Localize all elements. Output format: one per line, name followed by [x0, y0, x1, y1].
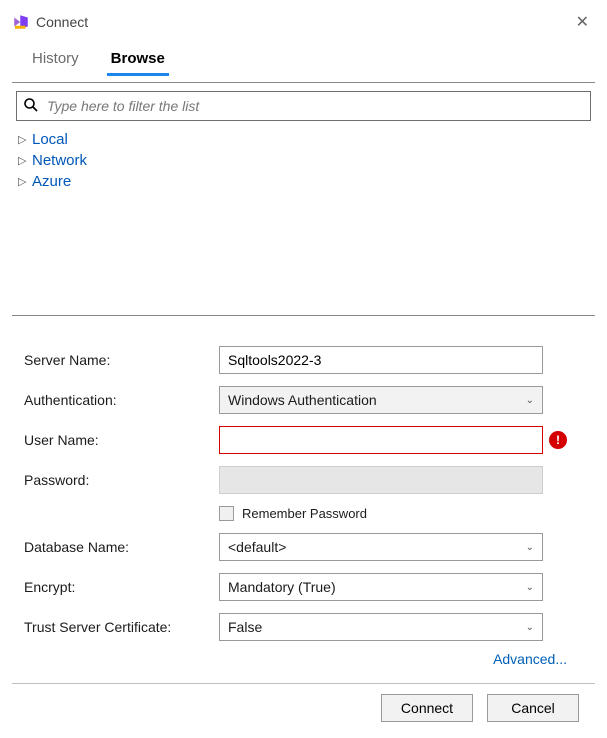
label-database-name: Database Name:	[24, 539, 219, 555]
advanced-link[interactable]: Advanced...	[493, 651, 567, 667]
browse-tree: ▷ Local ▷ Network ▷ Azure	[12, 121, 595, 200]
chevron-down-icon: ⌄	[526, 542, 534, 553]
titlebar: Connect ✕	[12, 8, 595, 36]
trust-cert-select[interactable]: False ⌄	[219, 613, 543, 641]
encrypt-select[interactable]: Mandatory (True) ⌄	[219, 573, 543, 601]
chevron-right-icon: ▷	[18, 175, 28, 188]
label-user-name: User Name:	[24, 432, 219, 448]
chevron-down-icon: ⌄	[526, 622, 534, 633]
app-icon	[12, 13, 30, 31]
tree-item-local[interactable]: ▷ Local	[18, 129, 589, 150]
remember-password-row[interactable]: Remember Password	[219, 506, 567, 521]
divider	[12, 683, 595, 684]
tab-history[interactable]: History	[28, 46, 83, 76]
close-icon[interactable]: ✕	[570, 10, 595, 34]
tab-browse[interactable]: Browse	[107, 46, 169, 76]
chevron-down-icon: ⌄	[526, 582, 534, 593]
select-value: False	[228, 619, 262, 635]
filter-box	[16, 91, 591, 121]
tree-label: Azure	[32, 173, 71, 190]
remember-password-label: Remember Password	[242, 506, 367, 521]
chevron-right-icon: ▷	[18, 154, 28, 167]
divider	[12, 315, 595, 316]
password-input	[219, 466, 543, 494]
label-server-name: Server Name:	[24, 352, 219, 368]
authentication-select[interactable]: Windows Authentication ⌄	[219, 386, 543, 414]
connect-dialog: Connect ✕ History Browse ▷ Local ▷ Netwo…	[0, 0, 607, 738]
select-value: Windows Authentication	[228, 392, 377, 408]
filter-input[interactable]	[45, 97, 584, 115]
label-encrypt: Encrypt:	[24, 579, 219, 595]
tab-strip: History Browse	[12, 46, 595, 76]
remember-password-checkbox[interactable]	[219, 506, 234, 521]
chevron-right-icon: ▷	[18, 133, 28, 146]
select-value: <default>	[228, 539, 286, 555]
connect-button[interactable]: Connect	[381, 694, 473, 722]
tree-label: Network	[32, 152, 87, 169]
dialog-buttons: Connect Cancel	[12, 694, 595, 728]
window-title: Connect	[36, 14, 564, 30]
connection-form: Server Name: Authentication: Windows Aut…	[12, 346, 595, 641]
cancel-button[interactable]: Cancel	[487, 694, 579, 722]
database-name-select[interactable]: <default> ⌄	[219, 533, 543, 561]
search-icon	[23, 97, 39, 116]
tree-label: Local	[32, 131, 68, 148]
tree-item-network[interactable]: ▷ Network	[18, 150, 589, 171]
label-trust-cert: Trust Server Certificate:	[24, 619, 219, 635]
divider	[12, 82, 595, 83]
label-authentication: Authentication:	[24, 392, 219, 408]
advanced-row: Advanced...	[12, 641, 595, 671]
select-value: Mandatory (True)	[228, 579, 336, 595]
server-name-input[interactable]	[219, 346, 543, 374]
user-name-input[interactable]	[219, 426, 543, 454]
label-password: Password:	[24, 472, 219, 488]
tree-item-azure[interactable]: ▷ Azure	[18, 171, 589, 192]
error-icon: !	[549, 431, 567, 449]
chevron-down-icon: ⌄	[526, 395, 534, 406]
